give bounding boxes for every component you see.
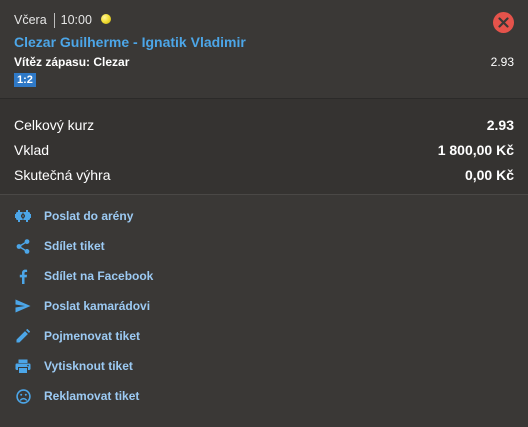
ticket-header: Včera 10:00 Clezar Guilherme - Ignatik V… xyxy=(0,0,528,98)
total-odds-label: Celkový kurz xyxy=(14,117,95,133)
arena-icon xyxy=(14,207,32,225)
send-to-arena-button[interactable]: Poslat do arény xyxy=(14,205,314,227)
print-ticket-label: Vytisknout tiket xyxy=(44,359,133,373)
rename-ticket-label: Pojmenovat tiket xyxy=(44,329,141,343)
sad-face-icon xyxy=(14,387,32,405)
share-facebook-button[interactable]: Sdílet na Facebook xyxy=(14,265,314,287)
close-icon xyxy=(498,17,509,28)
win-label: Skutečná výhra xyxy=(14,167,111,183)
ticket-meta: Včera 10:00 xyxy=(14,12,111,28)
complain-ticket-button[interactable]: Reklamovat tiket xyxy=(14,385,314,407)
win-value: 0,00 Kč xyxy=(464,167,514,183)
remove-ticket-button[interactable] xyxy=(493,12,514,33)
total-odds-row: Celkový kurz 2.93 xyxy=(14,117,514,135)
share-ticket-label: Sdílet tiket xyxy=(44,239,105,253)
share-ticket-button[interactable]: Sdílet tiket xyxy=(14,235,314,257)
event-link[interactable]: Clezar Guilherme - Ignatik Vladimir xyxy=(14,34,246,50)
rename-ticket-button[interactable]: Pojmenovat tiket xyxy=(14,325,314,347)
stake-row: Vklad 1 800,00 Kč xyxy=(14,142,514,160)
pencil-icon xyxy=(14,327,32,345)
market-label: Vítěz zápasu: Clezar xyxy=(14,55,130,69)
ticket-time: 10:00 xyxy=(60,13,92,27)
print-ticket-button[interactable]: Vytisknout tiket xyxy=(14,355,314,377)
complain-ticket-label: Reklamovat tiket xyxy=(44,389,140,403)
score-badge: 1:2 xyxy=(14,73,36,87)
total-odds-value: 2.93 xyxy=(486,117,514,133)
win-row: Skutečná výhra 0,00 Kč xyxy=(14,167,514,185)
ticket-day: Včera xyxy=(14,13,47,27)
facebook-icon xyxy=(14,267,32,285)
ticket-summary: Celkový kurz 2.93 Vklad 1 800,00 Kč Skut… xyxy=(0,99,528,194)
stake-value: 1 800,00 Kč xyxy=(437,142,514,158)
share-icon xyxy=(14,237,32,255)
send-to-arena-label: Poslat do arény xyxy=(44,209,134,223)
selection-odds: 2.93 xyxy=(490,55,514,69)
market-row: Vítěz zápasu: Clezar 2.93 xyxy=(14,55,514,71)
meta-divider xyxy=(53,12,55,28)
divider xyxy=(0,194,528,195)
printer-icon xyxy=(14,357,32,375)
stake-label: Vklad xyxy=(14,142,50,158)
send-icon xyxy=(14,297,32,315)
tennis-ball-icon xyxy=(100,14,111,24)
share-facebook-label: Sdílet na Facebook xyxy=(44,269,154,283)
send-to-friend-label: Poslat kamarádovi xyxy=(44,299,151,313)
send-to-friend-button[interactable]: Poslat kamarádovi xyxy=(14,295,314,317)
